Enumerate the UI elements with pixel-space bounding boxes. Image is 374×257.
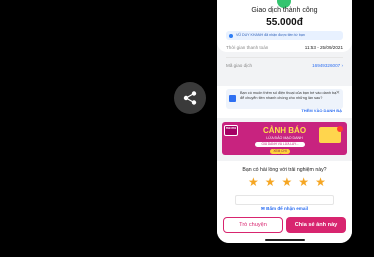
alert-bell-icon [337, 126, 343, 132]
recipient-notice-text: VŨ DUY KHANH đã nhận được tiền từ bạn [236, 33, 305, 37]
receipt-screen: Giao dịch thành công 55.000đ VŨ DUY KHAN… [217, 0, 352, 243]
email-receipt-link[interactable]: ✉ Bấm để nhận email [217, 206, 352, 212]
transaction-id-label: Mã giao dịch [226, 63, 253, 68]
add-to-contacts-link[interactable]: THÊM VÀO DANH BẠ [301, 108, 342, 113]
info-icon [229, 33, 233, 38]
home-indicator [265, 239, 305, 241]
banner-pill: GIẢ DANH VÀ LỪA LẤY... [255, 142, 305, 147]
share-button[interactable] [174, 82, 206, 114]
share-image-button[interactable]: Chia sẻ ảnh này [286, 217, 346, 233]
banner-detail-button[interactable]: XEM CHI TIẾT [270, 149, 290, 155]
tip-text: Bạn có muốn thêm số điện thoại của bạn b… [240, 91, 337, 100]
payment-time-value: 11:53 - 25/09/2021 [304, 45, 343, 50]
transaction-status: Giao dịch thành công [251, 7, 318, 14]
divider [226, 57, 343, 58]
tip-box: Bạn có muốn thêm số điện thoại của bạn b… [226, 89, 343, 109]
star-icon[interactable]: ★ [282, 175, 293, 189]
star-icon[interactable]: ★ [265, 175, 276, 189]
chat-button[interactable]: Trò chuyện [223, 217, 283, 233]
contact-icon [229, 95, 236, 102]
rating-section: Bạn có hài lòng với trải nghiệm này? ★ ★… [217, 161, 352, 243]
star-icon[interactable]: ★ [298, 175, 309, 189]
warning-banner[interactable]: mo mo CẢNH BÁO LỪA ĐẢO MẠO DANH GIẢ DANH… [222, 122, 347, 155]
close-icon[interactable]: ✕ [336, 90, 340, 96]
payment-time-row: Thời gian thanh toán 11:53 - 25/09/2021 [226, 45, 343, 50]
add-contact-tip: Bạn có muốn thêm số điện thoại của bạn b… [217, 86, 352, 118]
star-icon[interactable]: ★ [315, 175, 326, 189]
payment-time-label: Thời gian thanh toán [226, 45, 269, 50]
star-icon[interactable]: ★ [248, 175, 259, 189]
transaction-id-row[interactable]: Mã giao dịch 16949326007 › [226, 63, 343, 68]
share-icon [183, 91, 197, 105]
transaction-id-value[interactable]: 16949326007 › [312, 63, 343, 68]
rating-question: Bạn có hài lòng với trải nghiệm này? [242, 167, 327, 173]
feedback-field[interactable] [235, 195, 334, 205]
star-rating[interactable]: ★ ★ ★ ★ ★ [248, 175, 326, 189]
transaction-amount: 55.000đ [266, 17, 303, 28]
recipient-notice: VŨ DUY KHANH đã nhận được tiền từ bạn [226, 31, 343, 40]
